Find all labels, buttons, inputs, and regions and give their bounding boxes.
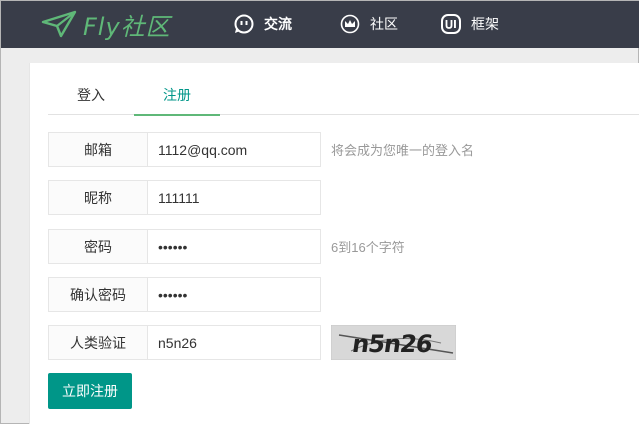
paper-plane-icon (41, 10, 77, 38)
password-field[interactable] (148, 229, 321, 264)
captcha-image[interactable]: n5n26 (330, 324, 457, 361)
nav-label: 框架 (471, 16, 499, 32)
nav-item-jiaoliu[interactable]: 交流 (234, 9, 292, 39)
email-label: 邮箱 (48, 132, 148, 167)
captcha-label: 人类验证 (48, 325, 148, 360)
nav-item-shequ[interactable]: 社区 (340, 9, 398, 39)
nav-label: 社区 (370, 16, 398, 32)
captcha-text: n5n26 (350, 330, 433, 358)
nav-item-kuangjia[interactable]: 框架 (441, 9, 499, 39)
confirm-password-field[interactable] (148, 277, 321, 312)
confirm-password-label: 确认密码 (48, 277, 148, 312)
nav-label: 交流 (264, 16, 292, 32)
top-header: Fly社区 交流 社区 框架 (1, 1, 639, 48)
password-hint: 6到16个字符 (331, 240, 405, 255)
tab-login[interactable]: 登入 (48, 75, 134, 115)
auth-tabs: 登入 注册 (48, 75, 639, 116)
ui-icon (441, 14, 461, 34)
crown-icon (340, 14, 360, 34)
tab-register[interactable]: 注册 (134, 75, 220, 116)
nickname-label: 昵称 (48, 180, 148, 215)
captcha-field[interactable] (148, 325, 321, 360)
captcha-graphic: n5n26 (330, 324, 457, 361)
register-panel: 登入 注册 邮箱 将会成为您唯一的登入名 昵称 密码 6到16个字符 确认密码 … (29, 63, 639, 424)
confirm-password-row: 确认密码 (48, 277, 321, 312)
captcha-row: 人类验证 n5n26 (48, 324, 457, 361)
password-label: 密码 (48, 229, 148, 264)
email-hint: 将会成为您唯一的登入名 (331, 143, 475, 158)
site-logo[interactable]: Fly社区 (41, 7, 171, 41)
email-row: 邮箱 将会成为您唯一的登入名 (48, 132, 474, 167)
nickname-field[interactable] (148, 180, 321, 215)
register-submit-button[interactable]: 立即注册 (48, 373, 132, 409)
email-field[interactable] (148, 132, 321, 167)
logo-text: Fly社区 (83, 12, 171, 41)
nickname-row: 昵称 (48, 180, 321, 215)
chat-icon (234, 14, 254, 34)
password-row: 密码 6到16个字符 (48, 229, 405, 264)
